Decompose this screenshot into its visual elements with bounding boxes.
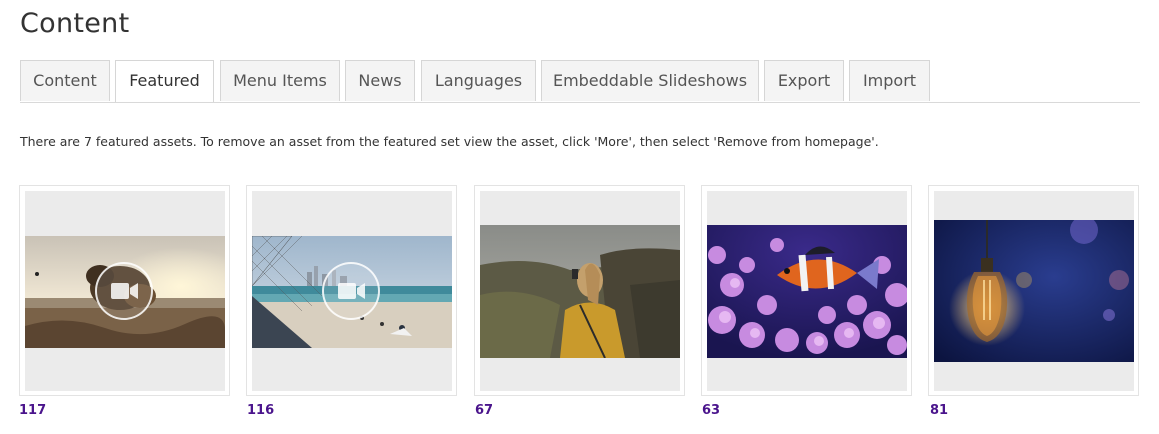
tab-languages[interactable]: Languages: [421, 60, 536, 101]
asset-card[interactable]: [19, 185, 230, 396]
asset-thumbnail: [252, 191, 452, 391]
tab-news[interactable]: News: [345, 60, 415, 101]
featured-info-text: There are 7 featured assets. To remove a…: [20, 134, 879, 149]
asset-image: [934, 220, 1134, 362]
asset-card[interactable]: [246, 185, 457, 396]
asset-thumbnail: [25, 191, 225, 391]
asset-thumbnail: [934, 191, 1134, 391]
video-camera-icon: [95, 262, 153, 320]
asset-card[interactable]: [928, 185, 1139, 396]
tab-menu-items[interactable]: Menu Items: [220, 60, 340, 101]
asset-image: [707, 225, 907, 358]
tab-featured[interactable]: Featured: [115, 60, 214, 102]
asset-id-link[interactable]: 116: [247, 403, 274, 418]
asset-thumbnail: [480, 191, 680, 391]
asset-thumbnail: [707, 191, 907, 391]
tab-import[interactable]: Import: [849, 60, 930, 101]
page-title: Content: [20, 8, 130, 39]
asset-image: [480, 225, 680, 358]
tab-export[interactable]: Export: [764, 60, 844, 101]
asset-card[interactable]: [474, 185, 685, 396]
asset-id-link[interactable]: 81: [930, 403, 948, 418]
asset-id-link[interactable]: 67: [475, 403, 493, 418]
asset-id-link[interactable]: 63: [702, 403, 720, 418]
tab-bar: Content Featured Menu Items News Languag…: [20, 60, 1140, 103]
asset-id-link[interactable]: 117: [19, 403, 46, 418]
video-camera-icon: [322, 262, 380, 320]
asset-card[interactable]: [701, 185, 912, 396]
tab-content[interactable]: Content: [20, 60, 110, 101]
tab-embeddable-slideshows[interactable]: Embeddable Slideshows: [541, 60, 759, 101]
